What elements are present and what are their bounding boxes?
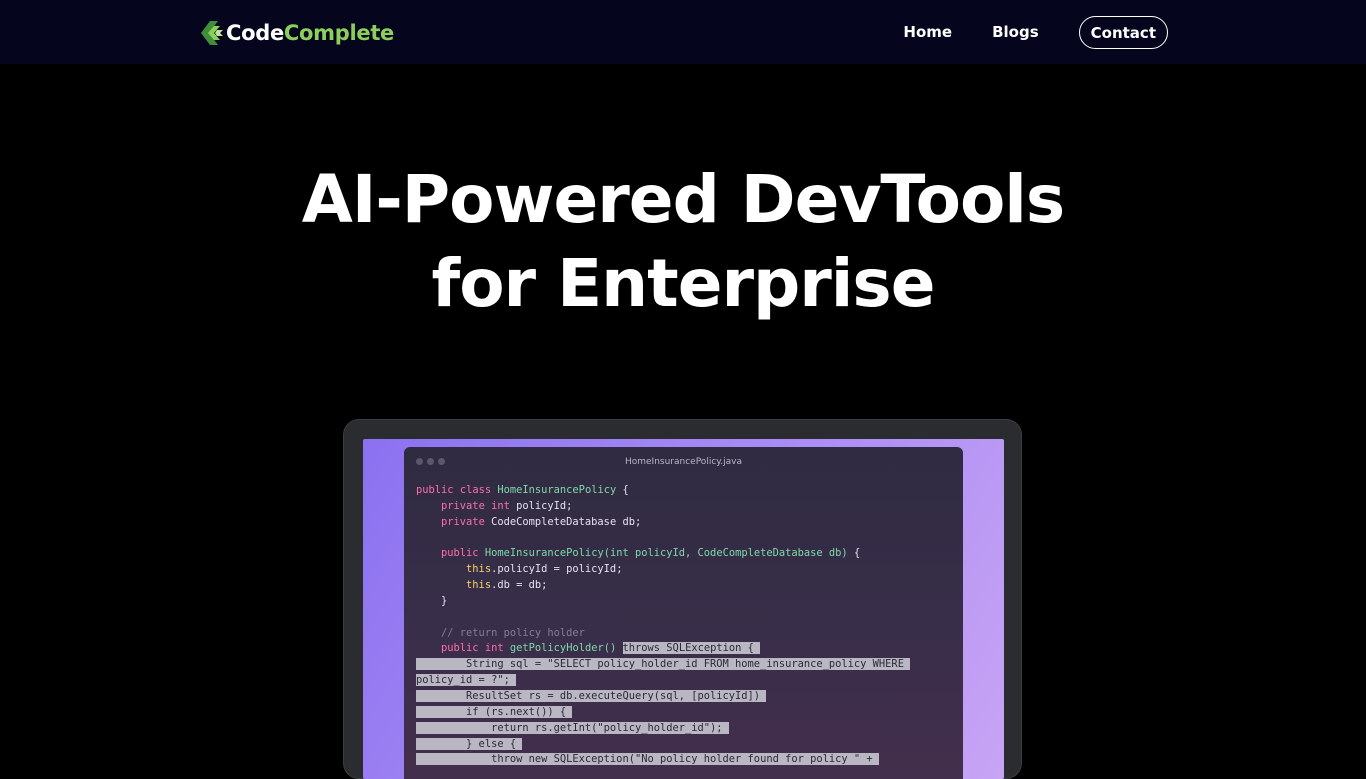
- brand-logo[interactable]: CodeComplete: [200, 19, 394, 47]
- code-line: private int policyId;: [441, 499, 573, 512]
- nav-home-link[interactable]: Home: [903, 23, 952, 41]
- nav-links: Home Blogs Contact: [863, 14, 1168, 50]
- code-line: return rs.getInt("policy_holder_id");: [416, 721, 729, 734]
- top-navbar: CodeComplete Home Blogs Contact: [0, 0, 1366, 64]
- nav-blogs-link[interactable]: Blogs: [992, 23, 1039, 41]
- laptop-mockup: HomeInsurancePolicy.java public class Ho…: [343, 419, 1022, 779]
- laptop-screen: HomeInsurancePolicy.java public class Ho…: [363, 439, 1004, 779]
- hero-title: AI-Powered DevTools for Enterprise: [0, 158, 1366, 326]
- code-line: this.db = db;: [466, 579, 548, 592]
- nav-contact-button[interactable]: Contact: [1078, 15, 1168, 49]
- editor-filename: HomeInsurancePolicy.java: [624, 457, 743, 467]
- code-line: policy_id = ?";: [416, 674, 517, 687]
- code-line: this.policyId = policyId;: [466, 563, 623, 576]
- code-line: throw new SQLException("No policy holder…: [416, 753, 879, 766]
- hero-title-line1: AI-Powered DevTools: [301, 161, 1065, 238]
- code-line: String sql = "SELECT policy_holder_id FR…: [416, 658, 911, 671]
- code-line: private CodeCompleteDatabase db;: [441, 515, 642, 528]
- code-line: public int getPolicyHolder() throws SQLE…: [441, 642, 761, 655]
- code-line: // return policy holder: [416, 626, 585, 639]
- brand-name-part2: Complete: [283, 21, 394, 45]
- code-line: public HomeInsurancePolicy(int policyId,…: [441, 547, 861, 560]
- code-editor-window: HomeInsurancePolicy.java public class Ho…: [404, 447, 963, 779]
- hero-title-line2: for Enterprise: [431, 245, 936, 322]
- code-line: }: [416, 594, 448, 607]
- brand-name: CodeComplete: [226, 21, 394, 45]
- code-block: public class HomeInsurancePolicy { priva…: [416, 483, 911, 768]
- code-line: } else {: [416, 737, 523, 750]
- code-line: ResultSet rs = db.executeQuery(sql, [pol…: [416, 689, 767, 702]
- code-line: if (rs.next()) {: [416, 705, 573, 718]
- code-line: public class HomeInsurancePolicy {: [416, 484, 629, 496]
- codecomplete-logo-icon: [200, 20, 224, 46]
- brand-name-part1: Code: [226, 21, 284, 45]
